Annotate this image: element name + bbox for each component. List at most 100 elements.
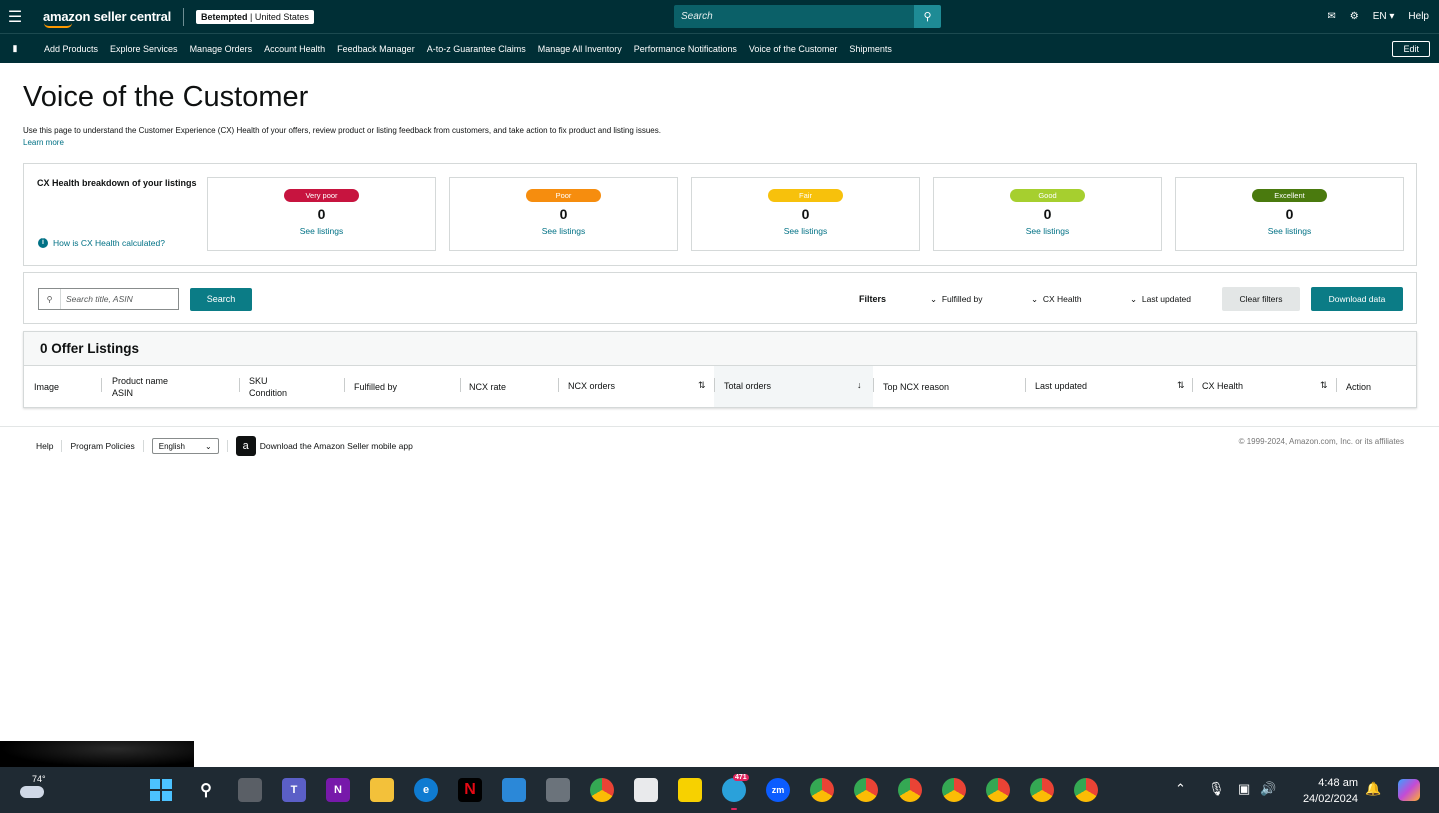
col-product-name-label: Product name bbox=[112, 376, 169, 386]
menu-icon[interactable]: ☰ bbox=[0, 0, 30, 33]
snipping-tool-icon[interactable] bbox=[634, 778, 658, 802]
sort-icon[interactable]: ⇅ bbox=[698, 380, 706, 391]
cx-health-help-link[interactable]: i How is CX Health calculated? bbox=[38, 238, 165, 248]
chrome-profile-icon[interactable] bbox=[942, 778, 966, 802]
search-icon[interactable]: ⚲ bbox=[914, 5, 941, 28]
fulfilled-by-filter[interactable]: ⌄ Fulfilled by bbox=[930, 294, 983, 305]
footer-help-link[interactable]: Help bbox=[36, 441, 53, 451]
chrome-icon[interactable] bbox=[590, 778, 614, 802]
zoom-icon[interactable]: zm bbox=[766, 778, 790, 802]
col-ncx-rate[interactable]: NCX rate bbox=[469, 381, 506, 393]
see-listings-link[interactable]: See listings bbox=[692, 226, 919, 236]
nav-item-a-to-z-claims[interactable]: A-to-z Guarantee Claims bbox=[427, 44, 526, 54]
download-data-button[interactable]: Download data bbox=[1311, 287, 1403, 311]
nav-item-manage-inventory[interactable]: Manage All Inventory bbox=[538, 44, 622, 54]
col-ncx-orders[interactable]: NCX orders bbox=[568, 380, 615, 392]
edit-nav-button[interactable]: Edit bbox=[1392, 41, 1430, 57]
onenote-icon[interactable]: N bbox=[326, 778, 350, 802]
clock-date: 24/02/2024 bbox=[1302, 793, 1358, 805]
see-listings-link[interactable]: See listings bbox=[450, 226, 677, 236]
gear-icon[interactable]: ⚙ bbox=[1350, 11, 1359, 22]
col-total-orders[interactable]: Total orders bbox=[724, 380, 771, 392]
nav-item-performance-notifications[interactable]: Performance Notifications bbox=[634, 44, 737, 54]
program-policies-link[interactable]: Program Policies bbox=[70, 441, 134, 451]
footer-language-select[interactable]: English ⌄ bbox=[151, 438, 219, 454]
info-icon: i bbox=[38, 238, 48, 248]
listing-search-placeholder: Search title, ASIN bbox=[66, 294, 133, 304]
learn-more-link[interactable]: Learn more bbox=[23, 138, 64, 147]
netflix-icon[interactable]: N bbox=[458, 778, 482, 802]
see-listings-link[interactable]: See listings bbox=[934, 226, 1161, 236]
language-selector[interactable]: EN ▾ bbox=[1373, 11, 1395, 22]
notifications-icon[interactable]: 🔔 bbox=[1365, 781, 1381, 797]
clock-time: 4:48 am bbox=[1318, 777, 1358, 789]
last-updated-filter[interactable]: ⌄ Last updated bbox=[1130, 294, 1191, 305]
amazon-app-icon[interactable]: a bbox=[235, 436, 256, 456]
cx-count: 0 bbox=[801, 206, 810, 222]
microphone-icon[interactable]: 🎙 bbox=[1208, 781, 1225, 797]
copilot-icon[interactable] bbox=[1398, 779, 1420, 801]
teams-icon[interactable]: T bbox=[282, 778, 306, 802]
calculator-icon[interactable] bbox=[546, 778, 570, 802]
col-cx-health[interactable]: CX Health bbox=[1202, 380, 1243, 392]
account-switcher[interactable]: Betempted | United States bbox=[196, 9, 314, 24]
windows-start-icon[interactable] bbox=[149, 778, 173, 802]
edge-icon[interactable]: e bbox=[414, 778, 438, 802]
chrome-profile-icon[interactable] bbox=[1030, 778, 1054, 802]
top-right-controls: ✉ ⚙ EN ▾ Help bbox=[1327, 0, 1429, 33]
task-view-icon[interactable] bbox=[238, 778, 262, 802]
sort-desc-icon[interactable]: ↓ bbox=[857, 380, 862, 390]
chrome-profile-icon[interactable] bbox=[854, 778, 878, 802]
telegram-icon[interactable]: 471 bbox=[722, 774, 749, 802]
page-title: Voice of the Customer bbox=[23, 81, 309, 113]
column-divider bbox=[1025, 378, 1026, 392]
nav-item-explore-services[interactable]: Explore Services bbox=[110, 44, 178, 54]
nav-item-voice-of-customer[interactable]: Voice of the Customer bbox=[749, 44, 838, 54]
cx-card-fair: Fair 0 See listings bbox=[691, 177, 920, 251]
global-search-input[interactable]: Search bbox=[674, 5, 914, 28]
mail-icon[interactable]: ✉ bbox=[1327, 11, 1335, 22]
sort-icon[interactable]: ⇅ bbox=[1177, 380, 1185, 391]
bookmark-icon[interactable]: ▮ bbox=[0, 43, 30, 54]
nav-item-shipments[interactable]: Shipments bbox=[849, 44, 892, 54]
col-fulfilled-by[interactable]: Fulfilled by bbox=[354, 381, 397, 393]
nav-item-add-products[interactable]: Add Products bbox=[44, 44, 98, 54]
sticky-notes-icon[interactable] bbox=[678, 778, 702, 802]
col-product-name[interactable]: Product name ASIN bbox=[112, 375, 168, 399]
column-divider bbox=[1192, 378, 1193, 392]
mobile-app-link[interactable]: Download the Amazon Seller mobile app bbox=[260, 441, 413, 451]
chrome-profile-icon[interactable] bbox=[810, 778, 834, 802]
chrome-profile-icon[interactable] bbox=[986, 778, 1010, 802]
see-listings-link[interactable]: See listings bbox=[1176, 226, 1403, 236]
see-listings-link[interactable]: See listings bbox=[208, 226, 435, 236]
help-link[interactable]: Help bbox=[1408, 11, 1429, 22]
footer-language-value: English bbox=[158, 441, 185, 451]
cx-health-filter[interactable]: ⌄ CX Health bbox=[1031, 294, 1082, 305]
col-last-updated[interactable]: Last updated bbox=[1035, 380, 1087, 392]
filters-label: Filters bbox=[859, 294, 887, 304]
network-icon[interactable]: ▣ bbox=[1238, 781, 1250, 797]
column-divider bbox=[873, 378, 874, 392]
cx-card-poor: Poor 0 See listings bbox=[449, 177, 678, 251]
col-sku[interactable]: SKU Condition bbox=[249, 375, 287, 399]
footer-divider bbox=[0, 426, 1439, 427]
cx-count: 0 bbox=[1285, 206, 1294, 222]
chrome-profile-icon[interactable] bbox=[1074, 778, 1098, 802]
column-divider bbox=[344, 378, 345, 392]
nav-item-manage-orders[interactable]: Manage Orders bbox=[190, 44, 253, 54]
col-top-ncx-reason[interactable]: Top NCX reason bbox=[883, 381, 949, 393]
file-explorer-icon[interactable] bbox=[370, 778, 394, 802]
speaker-icon[interactable]: 🔊 bbox=[1260, 781, 1276, 797]
chevron-up-icon[interactable]: ⌃ bbox=[1175, 781, 1186, 797]
sort-icon[interactable]: ⇅ bbox=[1320, 380, 1328, 391]
clear-filters-button[interactable]: Clear filters bbox=[1222, 287, 1300, 311]
nav-item-feedback-manager[interactable]: Feedback Manager bbox=[337, 44, 415, 54]
nav-item-account-health[interactable]: Account Health bbox=[264, 44, 325, 54]
search-icon[interactable]: ⚲ bbox=[194, 778, 218, 802]
system-clock[interactable]: 4:48 am 24/02/2024 bbox=[1290, 775, 1358, 807]
notepad-icon[interactable] bbox=[502, 778, 526, 802]
search-button[interactable]: Search bbox=[190, 288, 252, 311]
seller-central-logo[interactable]: amazon seller central bbox=[30, 9, 171, 28]
chrome-profile-icon[interactable] bbox=[898, 778, 922, 802]
listing-search-field[interactable]: ⚲ Search title, ASIN bbox=[38, 288, 179, 310]
